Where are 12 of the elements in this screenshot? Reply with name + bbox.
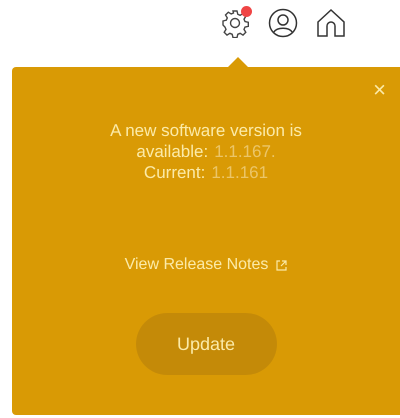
home-icon[interactable] — [316, 8, 346, 38]
release-notes-link[interactable]: View Release Notes — [124, 256, 288, 274]
available-version: 1.1.167. — [214, 141, 276, 162]
external-link-icon — [276, 260, 288, 270]
profile-icon[interactable] — [268, 8, 298, 38]
current-label: Current: — [144, 162, 206, 183]
current-version: 1.1.161 — [211, 162, 268, 183]
update-button[interactable]: Update — [136, 313, 276, 375]
close-button[interactable]: × — [369, 79, 390, 101]
settings-icon[interactable] — [220, 8, 250, 38]
update-message: A new software version is — [110, 120, 302, 141]
available-label: available: — [136, 141, 208, 162]
